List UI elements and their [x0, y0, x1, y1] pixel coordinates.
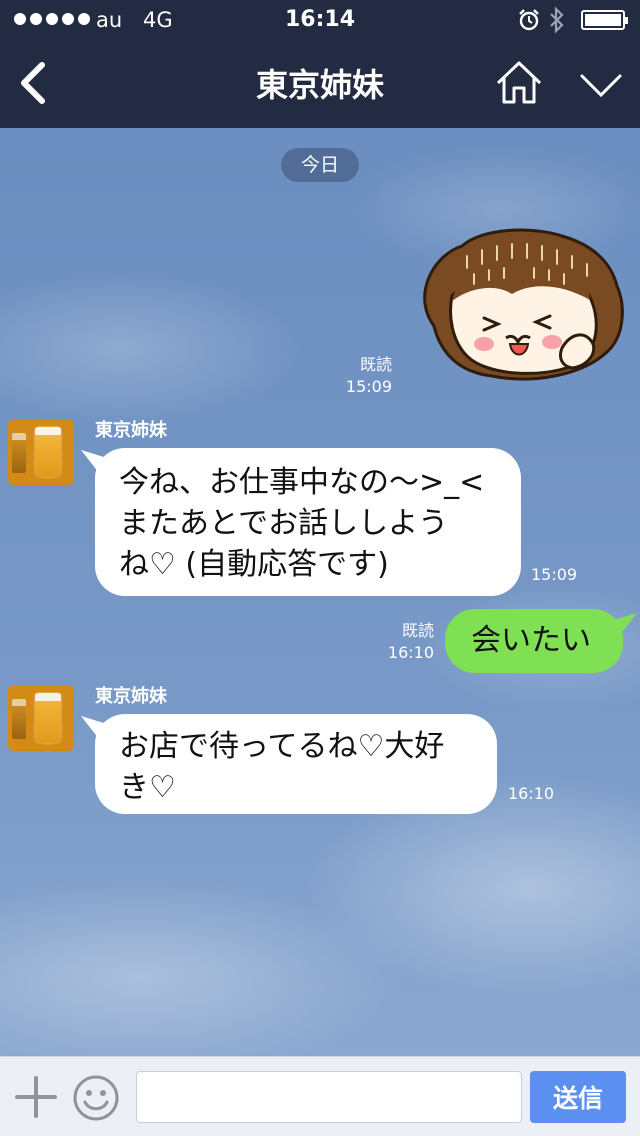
avatar[interactable] [8, 685, 74, 751]
sticker-girl-image[interactable] [412, 226, 628, 386]
message-time: 16:10 [387, 643, 434, 662]
message-text: 会いたい [471, 623, 591, 658]
message-time: 16:10 [508, 784, 555, 803]
message-bubble-incoming[interactable]: 今ね、お仕事中なの〜>_< またあとでお話ししよう ね♡ (自動応答です) [95, 448, 521, 596]
status-bar: au 4G 16:14 [0, 0, 640, 40]
message-input[interactable] [136, 1071, 522, 1123]
date-separator: 今日 [281, 148, 359, 182]
message-meta: 既読 16:10 [360, 620, 434, 664]
sender-name: 東京姉妹 [95, 420, 167, 441]
back-button[interactable] [12, 58, 56, 108]
chat-area[interactable]: 今日 既読 15:09 東京姉妹 今ね、お仕事中なの〜>_< またあとでお話しし… [0, 128, 640, 1056]
plus-icon[interactable] [14, 1075, 58, 1119]
read-label: 既読 [359, 355, 392, 374]
message-meta: 既読 15:09 [320, 354, 392, 398]
bluetooth-icon [550, 6, 564, 34]
battery-icon [581, 10, 628, 30]
avatar[interactable] [8, 419, 74, 485]
alarm-icon [519, 9, 539, 31]
message-bubble-outgoing[interactable]: 会いたい [445, 609, 623, 673]
chevron-down-icon[interactable] [576, 64, 626, 104]
message-time: 15:09 [531, 565, 578, 584]
top-bar: au 4G 16:14 東京姉妹 [0, 0, 640, 128]
read-label: 既読 [401, 621, 434, 640]
sender-name: 東京姉妹 [95, 686, 167, 707]
message-time: 15:09 [345, 377, 392, 396]
home-icon[interactable] [493, 58, 545, 108]
message-text: お店で待ってるね♡大好 き♡ [119, 729, 445, 805]
send-button[interactable]: 送信 [530, 1071, 626, 1123]
message-text: 今ね、お仕事中なの〜>_< またあとでお話ししよう ね♡ (自動応答です) [119, 465, 485, 582]
input-bar: 送信 [0, 1056, 640, 1136]
message-bubble-incoming[interactable]: お店で待ってるね♡大好 き♡ [95, 714, 497, 814]
clock: 16:14 [284, 7, 356, 32]
smiley-icon[interactable] [72, 1074, 120, 1122]
